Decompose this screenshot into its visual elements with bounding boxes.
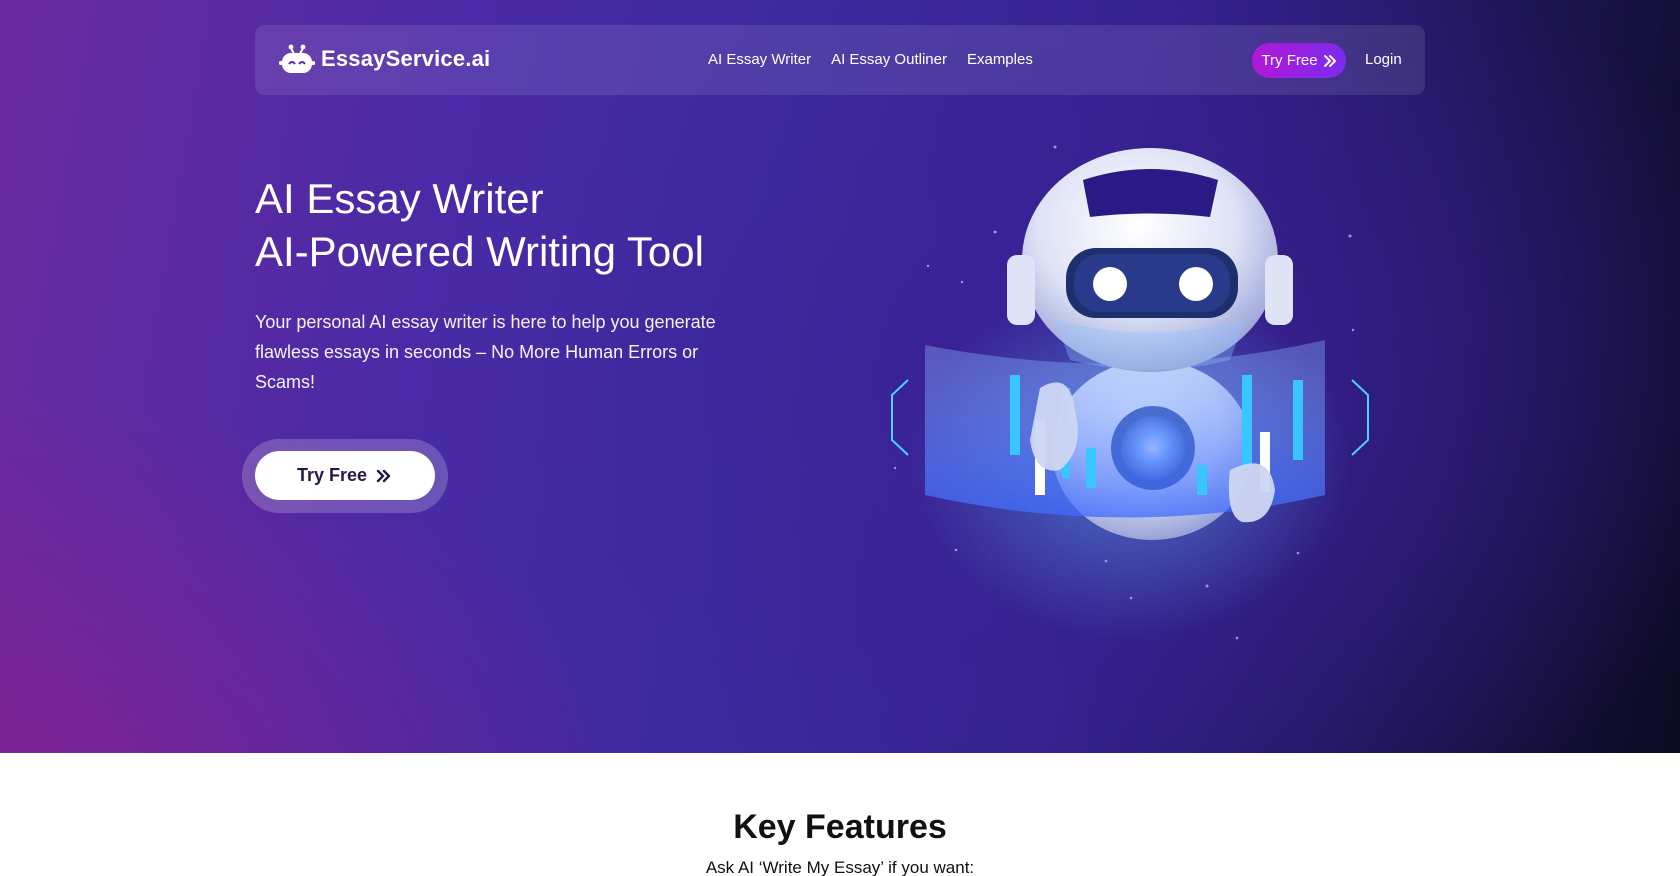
brand-name: EssayService.ai bbox=[321, 46, 491, 71]
features-title: Key Features bbox=[733, 808, 947, 846]
nav-links: AI Essay Writer AI Essay Outliner Exampl… bbox=[708, 51, 1033, 68]
features-subtitle: Ask AI ‘Write My Essay’ if you want: bbox=[705, 858, 975, 876]
top-navbar: EssayService.ai AI Essay Writer AI Essay… bbox=[255, 25, 1425, 95]
hero-try-free-button[interactable]: Try Free bbox=[255, 451, 435, 500]
hero-try-free-label: Try Free bbox=[296, 465, 368, 485]
double-chevron-right-icon bbox=[376, 469, 391, 482]
nav-link-examples[interactable]: Examples bbox=[967, 51, 1033, 68]
double-chevron-right-icon bbox=[1323, 54, 1336, 67]
hero-title-line2: AI-Powered Writing Tool bbox=[255, 228, 704, 275]
robot-illustration bbox=[891, 145, 1369, 640]
nav-try-free-button[interactable]: Try Free bbox=[1252, 43, 1346, 78]
hero-description: Your personal AI essay writer is here to… bbox=[255, 312, 716, 392]
nav-try-free-label: Try Free bbox=[1261, 52, 1318, 69]
nav-link-ai-essay-outliner[interactable]: AI Essay Outliner bbox=[831, 51, 947, 68]
nav-link-ai-essay-writer[interactable]: AI Essay Writer bbox=[708, 51, 811, 68]
hero-title: AI Essay Writer AI-Powered Writing Tool bbox=[255, 172, 704, 278]
brand-logo[interactable]: EssayService.ai bbox=[279, 43, 490, 75]
hero-title-line1: AI Essay Writer bbox=[255, 175, 544, 222]
login-link[interactable]: Login bbox=[1365, 51, 1402, 68]
hero-section: EssayService.ai AI Essay Writer AI Essay… bbox=[0, 0, 1680, 753]
robot-face-icon bbox=[279, 44, 315, 73]
